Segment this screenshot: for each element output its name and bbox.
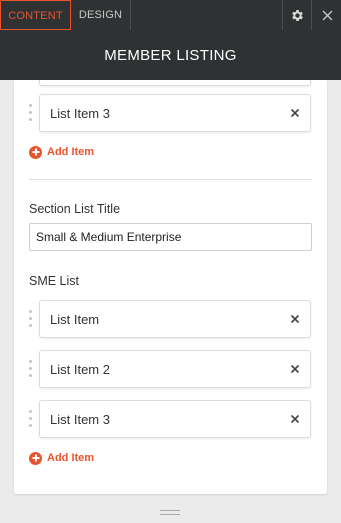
remove-item-icon[interactable] xyxy=(289,107,301,119)
sme-list-label: SME List xyxy=(29,274,80,288)
list-item-label: List Item 2 xyxy=(50,362,110,377)
plus-circle-icon xyxy=(29,451,42,465)
resize-handle-icon[interactable] xyxy=(160,510,180,516)
remove-item-icon[interactable] xyxy=(289,413,301,425)
list-item-label: List Item xyxy=(50,312,100,327)
list-item-label: List Item 3 xyxy=(50,106,110,121)
plus-circle-icon xyxy=(29,145,42,159)
section-list-title-input[interactable] xyxy=(29,223,312,251)
add-item-button[interactable]: Add Item xyxy=(29,450,94,466)
add-item-label: Add Item xyxy=(47,452,95,464)
section-list-title-label: Section List Title xyxy=(29,202,121,216)
drag-handle-icon[interactable] xyxy=(28,360,34,380)
panel-title: MEMBER LISTING xyxy=(0,30,341,80)
tab-design[interactable]: DESIGN xyxy=(71,0,131,30)
remove-item-icon[interactable] xyxy=(289,313,301,325)
close-icon xyxy=(322,10,332,20)
gear-icon xyxy=(291,9,303,21)
list-item[interactable]: List Item 3 xyxy=(39,94,311,132)
list-item[interactable]: List Item 3 xyxy=(39,400,311,438)
drag-handle-icon[interactable] xyxy=(28,410,34,430)
list-item-label: List Item 3 xyxy=(50,412,110,427)
list-item[interactable]: List Item 2 xyxy=(39,350,311,388)
top-toolbar: CONTENT DESIGN xyxy=(0,0,341,30)
settings-button[interactable] xyxy=(282,0,312,30)
drag-handle-icon[interactable] xyxy=(28,310,34,330)
add-item-button[interactable]: Add Item xyxy=(29,144,94,160)
close-panel-button[interactable] xyxy=(312,0,341,30)
list-item[interactable] xyxy=(39,80,311,86)
list-item[interactable]: List Item xyxy=(39,300,311,338)
tab-content[interactable]: CONTENT xyxy=(0,0,71,30)
content-panel: List Item 3 Add Item Section List Title … xyxy=(14,80,327,494)
divider xyxy=(29,179,312,180)
drag-handle-icon[interactable] xyxy=(28,104,34,124)
add-item-label: Add Item xyxy=(47,146,95,158)
remove-item-icon[interactable] xyxy=(289,363,301,375)
